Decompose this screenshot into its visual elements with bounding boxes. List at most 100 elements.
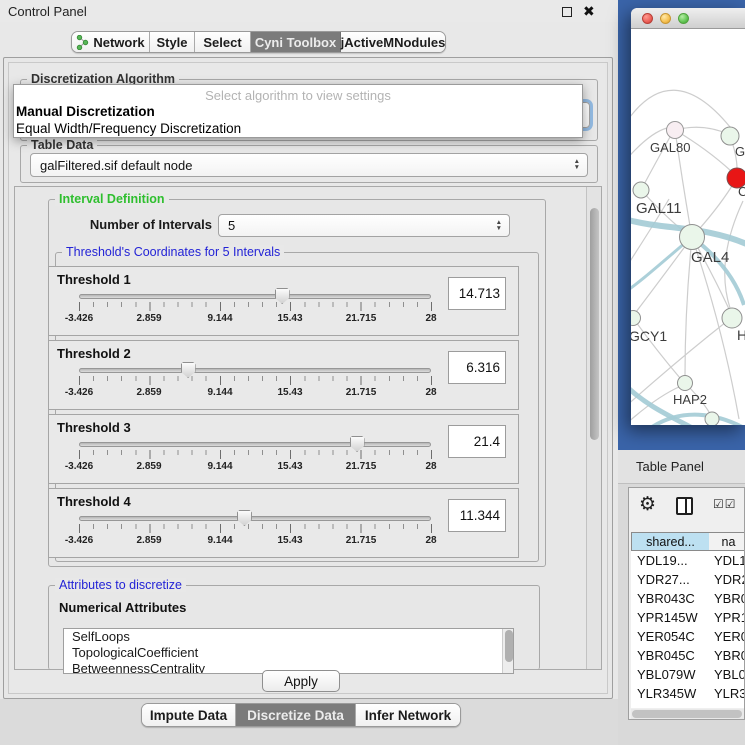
control-panel-titlebar: Control Panel ✖ — [0, 0, 618, 22]
tab-discretize-data[interactable]: Discretize Data — [236, 704, 356, 726]
close-icon[interactable]: ✖ — [583, 3, 595, 20]
node-partial-top[interactable] — [721, 127, 739, 145]
threshold-4-value-field[interactable]: 11.344 — [448, 499, 506, 532]
list-scrollbar[interactable] — [502, 629, 513, 673]
table-row[interactable]: YDR27...YDR2 — [631, 570, 745, 589]
threshold-3-panel: Threshold 3 -3.4262.8599.14415.4321.7152… — [48, 414, 519, 484]
threshold-coords-label: Threshold's Coordinates for 5 Intervals — [62, 245, 284, 259]
tab-jactivemnodules[interactable]: jActiveMNodules — [341, 32, 445, 52]
gear-icon[interactable]: ⚙ — [639, 493, 656, 516]
node-gal80[interactable] — [667, 122, 684, 139]
tab-jactivemnodules-label: jActiveMNodules — [341, 35, 446, 50]
columns-icon[interactable] — [676, 497, 693, 515]
tab-style[interactable]: Style — [150, 32, 195, 52]
select-columns-checkboxes-icon[interactable]: ☑☑ — [713, 497, 737, 511]
node-partial-bottom[interactable] — [705, 412, 719, 425]
network-graph: GAL80 GA C GAL11 GAL4 GCY1 H HAP2 — [631, 29, 745, 425]
table-row[interactable]: YLR345WYLR3 — [631, 684, 745, 703]
node-hap2[interactable] — [678, 376, 693, 391]
horizontal-scrollbar-thumb[interactable] — [632, 710, 742, 718]
tab-infer-network[interactable]: Infer Network — [356, 704, 460, 726]
zoom-traffic-light-icon[interactable] — [678, 13, 689, 24]
algorithm-option-manual[interactable]: Manual Discretization — [16, 104, 155, 119]
network-icon — [76, 35, 89, 50]
horizontal-scrollbar[interactable] — [631, 709, 744, 719]
scale-labels: -3.4262.8599.14415.4321.71528 — [49, 313, 518, 325]
interval-definition-label: Interval Definition — [55, 192, 169, 206]
column-header-shared-name[interactable]: shared... — [631, 532, 710, 551]
close-traffic-light-icon[interactable] — [642, 13, 653, 24]
tab-select-label: Select — [203, 35, 241, 50]
float-window-icon[interactable] — [562, 7, 572, 17]
node-label-gal11: GAL11 — [636, 200, 682, 217]
combo-arrows-icon: ▲▼ — [574, 154, 580, 176]
num-intervals-combobox[interactable]: 5 ▲▼ — [218, 214, 510, 237]
threshold-3-slider-track[interactable] — [79, 442, 431, 447]
algorithm-option-equal-width[interactable]: Equal Width/Frequency Discretization — [16, 121, 241, 136]
node-label-partial-g: GA — [735, 144, 745, 159]
minimize-traffic-light-icon[interactable] — [660, 13, 671, 24]
table-rows: YDL19...YDL1 YDR27...YDR2 YBR043CYBR0 YP… — [631, 551, 745, 708]
table-row[interactable]: YDL19...YDL1 — [631, 551, 745, 570]
node-gal11[interactable] — [633, 182, 649, 198]
threshold-2-panel: Threshold 2 -3.4262.8599.14415.4321.7152… — [48, 340, 519, 410]
major-ticks — [79, 524, 432, 533]
table-row[interactable]: YER054CYER0 — [631, 627, 745, 646]
table-row[interactable]: YBR045CYBR0 — [631, 646, 745, 665]
list-item[interactable]: SelfLoops — [64, 629, 513, 645]
node-gcy1[interactable] — [631, 311, 641, 326]
table-row[interactable]: YPR145WYPR1 — [631, 608, 745, 627]
network-canvas[interactable]: GAL80 GA C GAL11 GAL4 GCY1 H HAP2 — [631, 29, 745, 425]
column-header-name[interactable]: na — [709, 532, 745, 551]
table-row[interactable]: YBR043CYBR0 — [631, 589, 745, 608]
table-panel-titlebar: Table Panel — [618, 450, 745, 484]
threshold-4-panel: Threshold 4 -3.4262.8599.14415.4321.7152… — [48, 488, 519, 558]
node-label-gal4: GAL4 — [691, 249, 729, 266]
tab-network-label: Network — [93, 35, 144, 50]
list-scrollbar-thumb[interactable] — [505, 630, 513, 662]
tab-cyni-toolbox-label: Cyni Toolbox — [255, 35, 336, 50]
node-gal4[interactable] — [680, 225, 705, 250]
major-ticks — [79, 450, 432, 459]
table-row[interactable]: YIL052CYIL0 — [631, 703, 745, 708]
threshold-2-slider-track[interactable] — [79, 368, 431, 373]
threshold-1-value-field[interactable]: 14.713 — [448, 277, 506, 310]
algorithm-dropdown-popup: Select algorithm to view settings Manual… — [13, 84, 583, 138]
table-toolbar: ⚙ ☑☑ — [629, 488, 744, 524]
tab-impute-data[interactable]: Impute Data — [142, 704, 236, 726]
threshold-1-slider-track[interactable] — [79, 294, 431, 299]
threshold-4-slider-track[interactable] — [79, 516, 431, 521]
scrollbar-thumb[interactable] — [590, 208, 599, 440]
table-data-combobox[interactable]: galFiltered.sif default node ▲▼ — [30, 153, 588, 177]
scale-labels: -3.4262.8599.14415.4321.71528 — [49, 535, 518, 547]
algorithm-popup-hint: Select algorithm to view settings — [14, 88, 582, 103]
major-ticks — [79, 376, 432, 385]
numerical-attributes-list[interactable]: SelfLoops TopologicalCoefficient Between… — [63, 628, 514, 674]
threshold-1-title: Threshold 1 — [57, 272, 131, 287]
threshold-2-value-field[interactable]: 6.316 — [448, 351, 506, 384]
attributes-group: Attributes to discretize Numerical Attri… — [48, 585, 540, 670]
node-label-gcy1: GCY1 — [631, 328, 667, 344]
threshold-4-title: Threshold 4 — [57, 494, 131, 509]
table-panel-title: Table Panel — [636, 459, 704, 474]
major-ticks — [79, 302, 432, 311]
scale-labels: -3.4262.8599.14415.4321.71528 — [49, 387, 518, 399]
table-row[interactable]: YBL079WYBL0 — [631, 665, 745, 684]
vertical-scrollbar[interactable] — [586, 187, 601, 669]
network-window-titlebar[interactable] — [631, 8, 745, 29]
tab-network[interactable]: Network — [72, 32, 150, 52]
list-item[interactable]: TopologicalCoefficient — [64, 645, 513, 661]
threshold-1-panel: Threshold 1 -3.4262.8599.14415.4321.7152… — [48, 266, 519, 336]
app-root: Control Panel ✖ Network Style Select Cyn… — [0, 0, 745, 745]
tab-cyni-toolbox[interactable]: Cyni Toolbox — [251, 32, 341, 52]
node-label-partial-h: H — [737, 327, 745, 343]
tab-select[interactable]: Select — [195, 32, 251, 52]
node-partial-right[interactable] — [722, 308, 742, 328]
network-view-window[interactable]: GAL80 GA C GAL11 GAL4 GCY1 H HAP2 — [631, 8, 745, 425]
threshold-3-value-field[interactable]: 21.4 — [448, 425, 506, 458]
table-data-value: galFiltered.sif default node — [40, 158, 192, 173]
apply-button[interactable]: Apply — [262, 670, 340, 692]
node-label-gal80: GAL80 — [650, 140, 690, 155]
scale-labels: -3.4262.8599.14415.4321.71528 — [49, 461, 518, 473]
num-intervals-label: Number of Intervals — [64, 217, 212, 232]
